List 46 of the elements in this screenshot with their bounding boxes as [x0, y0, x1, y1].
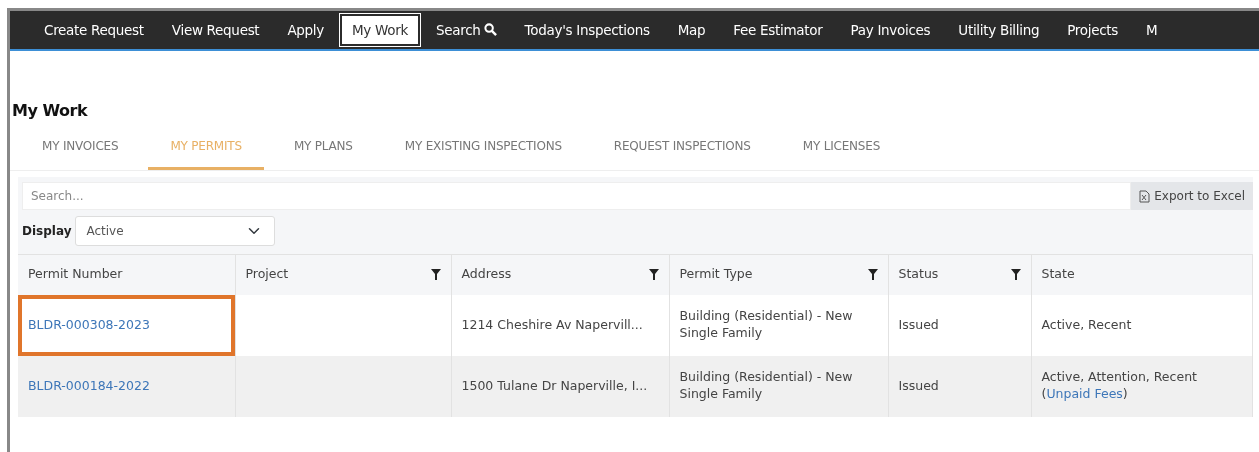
nav-link[interactable]: Today's Inspections [512, 13, 662, 47]
table-cell: Building (Residential) - New Single Family [679, 369, 853, 401]
filter-icon[interactable] [648, 269, 659, 281]
nav-link[interactable]: Pay Invoices [838, 13, 943, 47]
column-header: Project [245, 265, 289, 284]
display-select[interactable]: Active [75, 216, 276, 246]
table-cell: 1214 Cheshire Av Napervill... [461, 316, 643, 332]
state-note: (Unpaid Fees) [1041, 386, 1129, 403]
page-title: My Work [12, 100, 89, 122]
table-cell-text: Active, Recent [1041, 316, 1133, 334]
tab[interactable]: MY INVOICES [20, 127, 141, 170]
tab[interactable]: MY PLANS [271, 127, 375, 170]
nav-link[interactable]: Create Request [32, 13, 156, 47]
nav-link[interactable]: Apply [275, 13, 336, 47]
column-header: Permit Number [28, 265, 123, 284]
column-header: Status [898, 265, 939, 284]
excel-file-icon [1139, 189, 1151, 203]
tab[interactable]: REQUEST INSPECTIONS [591, 127, 773, 170]
permit-link[interactable]: BLDR-000184-2022 [28, 377, 150, 393]
nav-link[interactable]: Utility Billing [946, 13, 1052, 47]
table-cell: Issued [898, 316, 939, 332]
search-field[interactable]: Search... [22, 182, 1132, 210]
nav-link[interactable]: View Request [159, 13, 272, 47]
filter-icon[interactable] [430, 269, 441, 281]
nav-link[interactable]: Projects [1055, 13, 1131, 47]
table-cell-text: Active, Attention, Recent [1041, 369, 1198, 386]
table-cell: 1500 Tulane Dr Naperville, I... [461, 377, 648, 393]
filter-icon[interactable] [1010, 269, 1021, 281]
nav-link[interactable]: Map [665, 13, 718, 47]
unpaid-fees-link[interactable]: Unpaid Fees [1046, 386, 1123, 401]
display-label: Display [22, 223, 72, 240]
nav-link[interactable]: Search [424, 13, 509, 47]
column-header: State [1041, 265, 1075, 284]
table-cell: Building (Residential) - New Single Family [679, 308, 853, 340]
export-button[interactable]: Export to Excel [1131, 182, 1253, 210]
column-header: Address [461, 265, 512, 284]
permit-link[interactable]: BLDR-000308-2023 [28, 316, 150, 332]
tab[interactable]: MY EXISTING INSPECTIONS [382, 127, 584, 170]
column-header: Permit Type [679, 265, 753, 284]
table-cell: Issued [898, 377, 939, 393]
tab[interactable]: MY LICENSES [780, 127, 903, 170]
filter-icon[interactable] [867, 269, 878, 281]
nav-link[interactable]: M [1134, 13, 1170, 47]
nav-link[interactable]: Fee Estimator [721, 13, 835, 47]
nav-link[interactable]: My Work [340, 13, 420, 47]
search-icon [483, 22, 497, 36]
